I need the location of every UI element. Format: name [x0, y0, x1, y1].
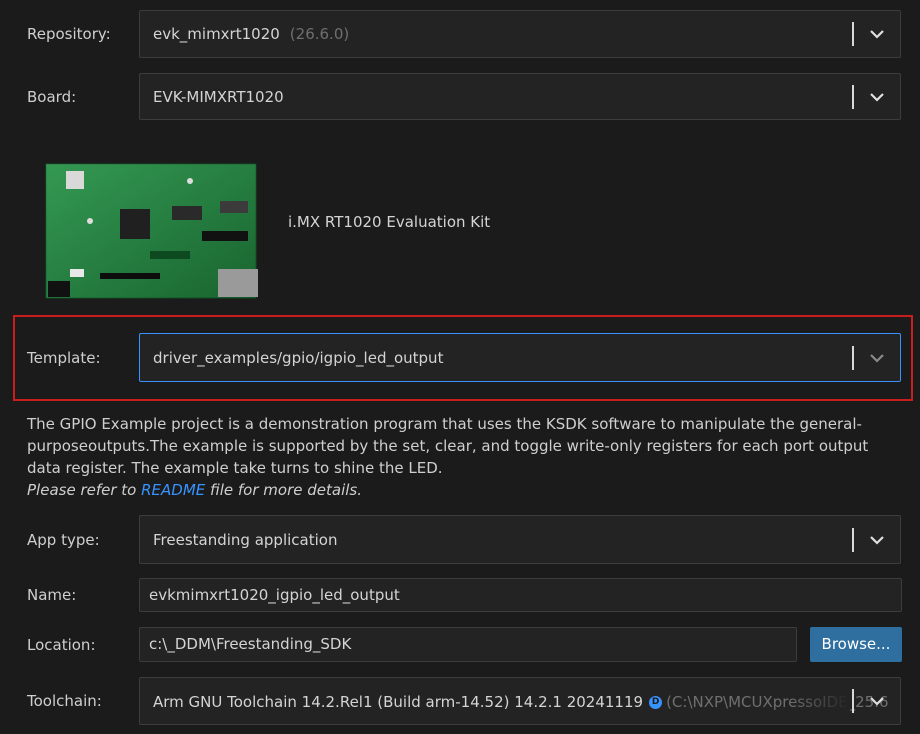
board-kit-name: i.MX RT1020 Evaluation Kit [288, 213, 491, 231]
toolchain-label: Toolchain: [27, 692, 102, 710]
name-label: Name: [27, 586, 77, 604]
select-fade [790, 679, 850, 723]
app-type-label: App type: [27, 531, 100, 549]
template-select[interactable]: driver_examples/gpio/igpio_led_output [139, 333, 901, 382]
select-divider [852, 689, 854, 713]
description-text: The GPIO Example project is a demonstrat… [27, 415, 869, 477]
toolchain-value: Arm GNU Toolchain 14.2.Rel1 (Build arm-1… [153, 693, 644, 711]
template-description: The GPIO Example project is a demonstrat… [27, 413, 897, 501]
chevron-down-icon[interactable] [868, 25, 886, 43]
chevron-down-icon[interactable] [868, 531, 886, 549]
repository-version: (26.6.0) [289, 25, 350, 43]
location-value: c:\_DDM\Freestanding_SDK [149, 635, 352, 653]
browse-button[interactable]: Browse... [810, 627, 902, 662]
select-divider [852, 22, 854, 46]
location-label: Location: [27, 636, 96, 654]
toolchain-path: (C:\NXP\MCUXpressoIDE_25.6 [666, 693, 889, 711]
chevron-down-icon[interactable] [868, 692, 886, 710]
toolchain-select[interactable]: Arm GNU Toolchain 14.2.Rel1 (Build arm-1… [139, 677, 901, 725]
select-divider [852, 527, 854, 552]
description-reference: Please refer to README file for more det… [27, 479, 897, 501]
template-value: driver_examples/gpio/igpio_led_output [153, 349, 444, 367]
select-divider [852, 84, 854, 109]
name-input[interactable]: evkmimxrt1020_igpio_led_output [139, 578, 902, 612]
app-type-value: Freestanding application [153, 531, 338, 549]
select-divider [852, 345, 854, 370]
board-image [45, 163, 258, 299]
info-bubble-icon: D [649, 696, 663, 709]
chevron-down-icon[interactable] [868, 349, 886, 367]
name-value: evkmimxrt1020_igpio_led_output [149, 586, 400, 604]
repository-select[interactable]: evk_mimxrt1020 (26.6.0) [139, 10, 901, 58]
board-value: EVK-MIMXRT1020 [153, 88, 284, 106]
repository-label: Repository: [27, 25, 111, 43]
app-type-select[interactable]: Freestanding application [139, 515, 901, 564]
reference-prefix: Please refer to [27, 481, 137, 499]
reference-suffix: file for more details. [210, 481, 362, 499]
repository-value: evk_mimxrt1020 [153, 25, 280, 43]
board-select[interactable]: EVK-MIMXRT1020 [139, 73, 901, 120]
template-label: Template: [27, 349, 101, 367]
board-label: Board: [27, 88, 77, 106]
readme-link[interactable]: README [141, 481, 205, 499]
location-input[interactable]: c:\_DDM\Freestanding_SDK [139, 627, 797, 662]
chevron-down-icon[interactable] [868, 88, 886, 106]
